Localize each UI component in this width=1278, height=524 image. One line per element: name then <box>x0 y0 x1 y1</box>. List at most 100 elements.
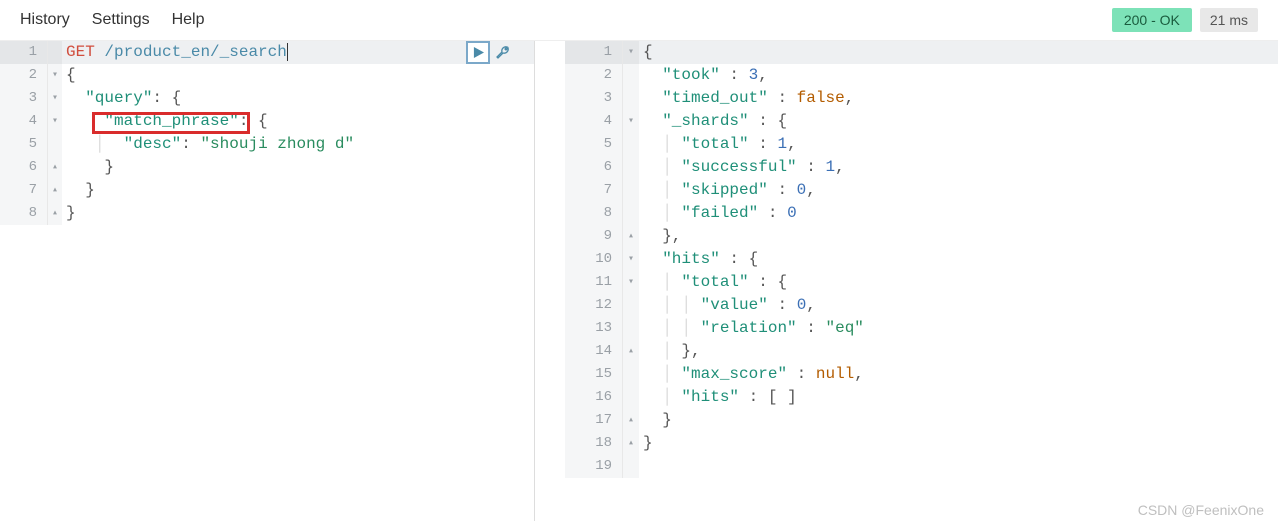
json-value: 0 <box>797 296 807 314</box>
code-line[interactable]: 5 │ "total" : 1, <box>565 133 1278 156</box>
code-line[interactable]: 3 "timed_out" : false, <box>565 87 1278 110</box>
code-line[interactable]: 15 │ "max_score" : null, <box>565 363 1278 386</box>
fold-toggle[interactable] <box>623 317 639 340</box>
json-key: "successful" <box>681 158 796 176</box>
fold-toggle[interactable] <box>623 363 639 386</box>
line-number: 12 <box>565 294 623 317</box>
play-icon <box>473 47 484 58</box>
line-number: 7 <box>565 179 623 202</box>
code-line[interactable]: 6 │ "successful" : 1, <box>565 156 1278 179</box>
menubar: History Settings Help 200 - OK 21 ms <box>0 0 1278 41</box>
code-line[interactable]: 7 ▴ } <box>0 179 534 202</box>
code-line[interactable]: 7 │ "skipped" : 0, <box>565 179 1278 202</box>
json-key: "hits" <box>662 250 720 268</box>
code-line[interactable]: 11▾ │ "total" : { <box>565 271 1278 294</box>
code-line[interactable]: 19 <box>565 455 1278 478</box>
json-key: "total" <box>681 273 748 291</box>
fold-toggle[interactable] <box>623 294 639 317</box>
json-value: "shouji zhong d" <box>200 135 354 153</box>
line-number: 15 <box>565 363 623 386</box>
line-number: 6 <box>565 156 623 179</box>
fold-toggle[interactable] <box>623 455 639 478</box>
code-line[interactable]: 5 │ "desc": "shouji zhong d" <box>0 133 534 156</box>
response-pane: 1▾{ 2 "took" : 3, 3 "timed_out" : false,… <box>565 41 1278 521</box>
fold-toggle[interactable]: ▾ <box>48 64 62 87</box>
line-number: 1 <box>0 41 48 64</box>
menu-history[interactable]: History <box>20 11 70 29</box>
fold-toggle[interactable]: ▴ <box>48 202 62 225</box>
json-key: "took" <box>662 66 720 84</box>
json-key: "timed_out" <box>662 89 768 107</box>
action-bar <box>466 41 514 64</box>
http-method: GET <box>66 43 95 61</box>
line-number: 16 <box>565 386 623 409</box>
json-key: "_shards" <box>662 112 748 130</box>
code-line[interactable]: 18▴} <box>565 432 1278 455</box>
code-line[interactable]: 14▴ │ }, <box>565 340 1278 363</box>
code-line[interactable]: 17▴ } <box>565 409 1278 432</box>
line-number: 4 <box>565 110 623 133</box>
run-button[interactable] <box>466 41 490 64</box>
fold-toggle[interactable] <box>623 386 639 409</box>
fold-toggle[interactable] <box>623 202 639 225</box>
code-line[interactable]: 4▾ "_shards" : { <box>565 110 1278 133</box>
request-editor[interactable]: 1 GET /product_en/_search 2 ▾ { 3 ▾ "que… <box>0 41 534 225</box>
fold-toggle[interactable] <box>623 64 639 87</box>
code-line[interactable]: 2 "took" : 3, <box>565 64 1278 87</box>
fold-toggle[interactable]: ▾ <box>623 110 639 133</box>
line-number: 5 <box>565 133 623 156</box>
code-line[interactable]: 2 ▾ { <box>0 64 534 87</box>
fold-toggle[interactable]: ▾ <box>623 41 639 64</box>
code-line[interactable]: 1 GET /product_en/_search <box>0 41 534 64</box>
fold-toggle[interactable] <box>48 133 62 156</box>
fold-toggle[interactable]: ▾ <box>623 248 639 271</box>
json-key: "skipped" <box>681 181 767 199</box>
json-key: "failed" <box>681 204 758 222</box>
fold-toggle[interactable] <box>623 133 639 156</box>
line-number: 5 <box>0 133 48 156</box>
code-line[interactable]: 8 │ "failed" : 0 <box>565 202 1278 225</box>
code-line[interactable]: 6 ▴ } <box>0 156 534 179</box>
line-number: 2 <box>0 64 48 87</box>
code-line[interactable]: 12 │ │ "value" : 0, <box>565 294 1278 317</box>
fold-toggle[interactable] <box>623 87 639 110</box>
fold-toggle[interactable]: ▴ <box>623 409 639 432</box>
fold-toggle[interactable]: ▴ <box>48 179 62 202</box>
json-key: "value" <box>701 296 768 314</box>
fold-toggle[interactable]: ▾ <box>48 87 62 110</box>
json-value: 3 <box>749 66 759 84</box>
line-number: 13 <box>565 317 623 340</box>
json-value: 1 <box>825 158 835 176</box>
code-line[interactable]: 9▴ }, <box>565 225 1278 248</box>
fold-toggle[interactable]: ▴ <box>48 156 62 179</box>
fold-toggle[interactable] <box>623 156 639 179</box>
wrench-button[interactable] <box>492 42 514 64</box>
menu-settings[interactable]: Settings <box>92 11 150 29</box>
line-number: 17 <box>565 409 623 432</box>
json-value: 1 <box>777 135 787 153</box>
code-line[interactable]: 16 │ "hits" : [ ] <box>565 386 1278 409</box>
line-number: 7 <box>0 179 48 202</box>
fold-toggle[interactable]: ▴ <box>623 340 639 363</box>
line-number: 14 <box>565 340 623 363</box>
timing-badge: 21 ms <box>1200 8 1258 32</box>
fold-toggle[interactable] <box>48 41 62 64</box>
menu-help[interactable]: Help <box>172 11 205 29</box>
json-value: [ ] <box>768 388 797 406</box>
code-line[interactable]: 13 │ │ "relation" : "eq" <box>565 317 1278 340</box>
code-line[interactable]: 8 ▴ } <box>0 202 534 225</box>
code-line[interactable]: 3 ▾ "query": { <box>0 87 534 110</box>
editor-panes: 1 GET /product_en/_search 2 ▾ { 3 ▾ "que… <box>0 41 1278 521</box>
fold-toggle[interactable]: ▾ <box>623 271 639 294</box>
code-line[interactable]: 10▾ "hits" : { <box>565 248 1278 271</box>
fold-toggle[interactable]: ▴ <box>623 432 639 455</box>
line-number: 10 <box>565 248 623 271</box>
line-number: 19 <box>565 455 623 478</box>
response-editor[interactable]: 1▾{ 2 "took" : 3, 3 "timed_out" : false,… <box>565 41 1278 478</box>
fold-toggle[interactable]: ▾ <box>48 110 62 133</box>
code-line[interactable]: 1▾{ <box>565 41 1278 64</box>
line-number: 1 <box>565 41 623 64</box>
fold-toggle[interactable] <box>623 179 639 202</box>
code-line[interactable]: 4 ▾ "match_phrase": { <box>0 110 534 133</box>
fold-toggle[interactable]: ▴ <box>623 225 639 248</box>
